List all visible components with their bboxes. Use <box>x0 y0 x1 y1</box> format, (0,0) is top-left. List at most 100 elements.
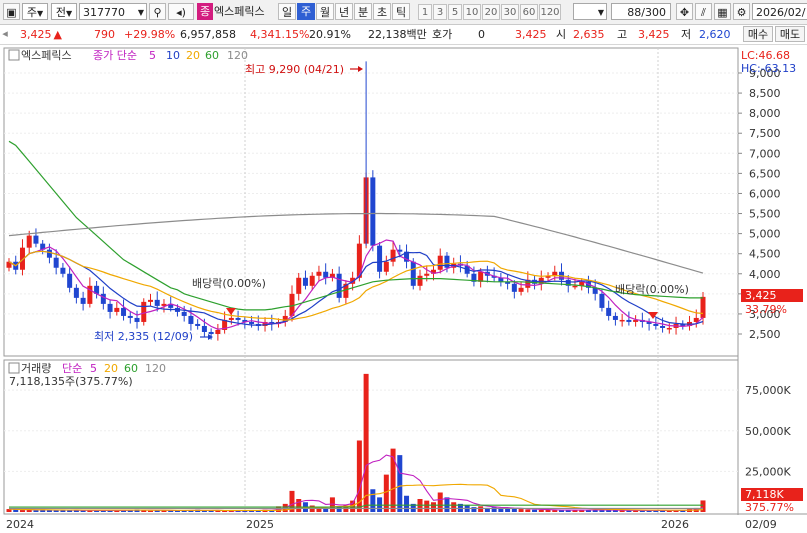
volume-percent: 4,341.15% <box>250 28 310 41</box>
candle-body <box>660 325 666 328</box>
market-select[interactable]: 주▼ <box>22 3 48 20</box>
interval-button-20[interactable]: 20 <box>482 4 500 20</box>
candle-body <box>208 331 214 334</box>
volume-current: 7,118,135주(375.77%) <box>9 375 133 388</box>
volume-bar <box>424 500 430 512</box>
y-tick-9: 4,500 <box>749 248 781 261</box>
date-field[interactable]: 2026/02/ <box>752 3 807 20</box>
volume-bar <box>296 499 302 512</box>
stock-name: 엑스페릭스 <box>214 5 265 18</box>
candle-body <box>60 267 66 274</box>
min-annotation: 최저 2,335 (12/09) <box>94 330 193 343</box>
volume-bar <box>397 455 403 512</box>
search-icon[interactable]: ⚲ <box>149 3 166 20</box>
candle-body <box>606 307 612 316</box>
period-tab-1[interactable]: 주 <box>297 3 315 20</box>
candle-body <box>619 319 625 322</box>
legend-ma20: 20 <box>186 49 200 62</box>
open-label: 시 <box>556 28 567 41</box>
period-tab-0[interactable]: 일 <box>278 3 296 20</box>
y-tick-8: 5,000 <box>749 228 781 241</box>
candle-body <box>572 285 578 288</box>
volume-bar <box>498 508 504 512</box>
candle-body <box>296 277 302 294</box>
volume: 6,957,858 <box>180 28 236 41</box>
window-icon[interactable]: ▣ <box>3 3 20 20</box>
candle-body <box>114 307 120 312</box>
low-value: 2,620 <box>699 28 731 41</box>
candle-body <box>181 311 187 316</box>
volume-bar <box>26 509 32 512</box>
period-tab-4[interactable]: 분 <box>354 3 372 20</box>
x-label-date: 02/09 <box>745 518 777 531</box>
volume-bar <box>538 509 544 512</box>
panel-menu-icon[interactable] <box>8 49 20 61</box>
interval-button-120[interactable]: 120 <box>539 4 561 20</box>
candle-body <box>302 277 308 286</box>
turnover: 20.91% <box>309 28 351 41</box>
volume-bar <box>437 492 443 512</box>
jeon-select[interactable]: 전▼ <box>51 3 77 20</box>
interval-button-3[interactable]: 3 <box>433 4 447 20</box>
trade-amount: 22,138백만 <box>368 28 427 41</box>
volume-bar <box>451 502 457 512</box>
hoga-label: 호가 <box>432 28 453 41</box>
save-icon[interactable]: ▦ <box>714 3 731 20</box>
candle-body <box>518 287 524 292</box>
candle-body <box>356 243 362 278</box>
speaker-icon[interactable]: ◂) <box>168 3 194 20</box>
interval-button-30[interactable]: 30 <box>501 4 519 20</box>
volume-bar <box>53 510 59 512</box>
count-field[interactable]: 88/300 <box>611 3 671 20</box>
interval-button-1[interactable]: 1 <box>418 4 432 20</box>
chart-type-icon[interactable]: ⫽ <box>695 3 712 20</box>
candle-body <box>309 275 315 286</box>
period-tab-2[interactable]: 월 <box>316 3 334 20</box>
code-input[interactable]: 317770 ▼ <box>79 3 147 20</box>
x-label-2026: 2026 <box>661 518 689 531</box>
period-tab-6[interactable]: 틱 <box>392 3 410 20</box>
candle-body <box>201 325 207 332</box>
volume-bar <box>430 502 436 512</box>
y-tick-6: 6,000 <box>749 187 781 200</box>
gear-icon[interactable]: ⚙ <box>733 3 750 20</box>
name-badge: 종 <box>197 3 213 20</box>
volume-panel-menu-icon[interactable] <box>8 362 20 374</box>
candle-body <box>599 293 605 308</box>
candle-body <box>228 317 234 320</box>
volume-tick-0: 75,000K <box>745 384 791 397</box>
y-tick-1: 8,500 <box>749 87 781 100</box>
candle-body <box>626 319 632 322</box>
candle-body <box>370 177 376 246</box>
price-tag: 3,425 <box>745 289 777 302</box>
jeon-label: 전 <box>55 6 66 19</box>
max-annotation: 최고 9,290 (04/21) <box>245 63 344 76</box>
price-change: 790 <box>94 28 115 41</box>
candle-body <box>511 283 517 292</box>
candle-body <box>316 271 322 276</box>
candle-body <box>417 275 423 286</box>
candle-body <box>424 273 430 276</box>
x-label-2025: 2025 <box>246 518 274 531</box>
scroll-left-icon[interactable]: ◂ <box>0 26 10 42</box>
volume-pct-tag: 375.77% <box>745 501 794 514</box>
interval-button-5[interactable]: 5 <box>448 4 462 20</box>
period-tab-5[interactable]: 초 <box>373 3 391 20</box>
volume-bar <box>532 509 538 512</box>
interval-button-10[interactable]: 10 <box>463 4 481 20</box>
interval-select[interactable]: ▼ <box>573 3 607 20</box>
candle-body <box>612 315 618 320</box>
y-tick-10: 4,000 <box>749 268 781 281</box>
candle-body <box>653 323 659 326</box>
interval-button-60[interactable]: 60 <box>520 4 538 20</box>
sell-button[interactable]: 매도 <box>775 26 805 42</box>
legend-ma10: 10 <box>166 49 180 62</box>
volume-bar <box>383 474 389 512</box>
buy-button[interactable]: 매수 <box>743 26 773 42</box>
change-percent: +29.98% <box>124 28 176 41</box>
crosshair-icon[interactable]: ✥ <box>676 3 693 20</box>
x-label-2024: 2024 <box>6 518 34 531</box>
low-label: 저 <box>681 28 692 41</box>
period-tab-3[interactable]: 년 <box>335 3 353 20</box>
volume-bar <box>154 510 160 512</box>
